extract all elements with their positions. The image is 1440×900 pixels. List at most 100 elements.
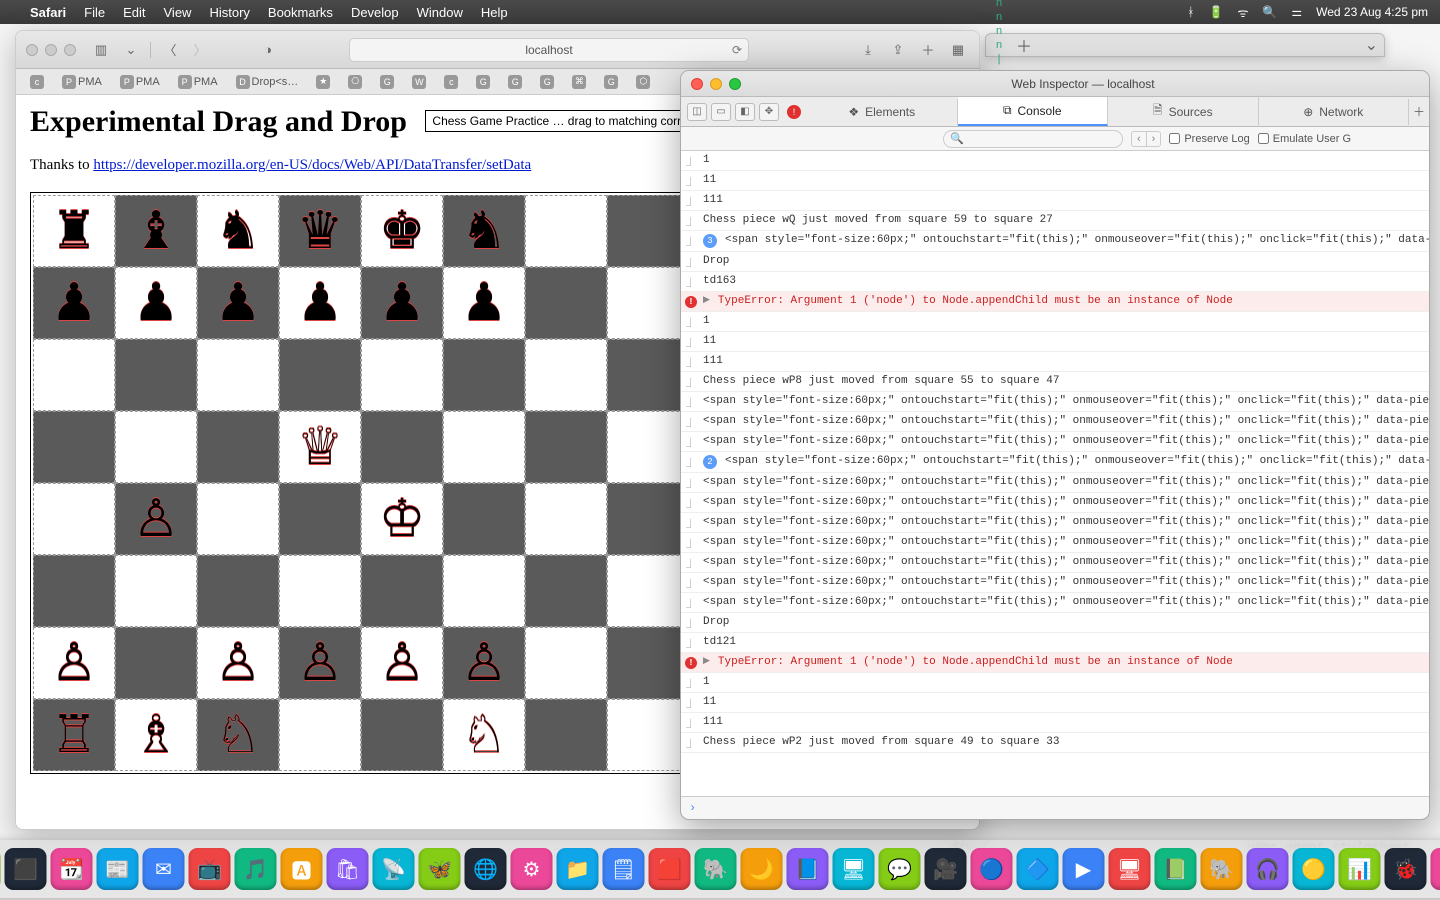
dock-app[interactable]: 🐞	[1385, 848, 1427, 890]
dock-app[interactable]: 💬	[879, 848, 921, 890]
menu-window[interactable]: Window	[417, 5, 463, 20]
wifi-icon[interactable]: ᯤ	[1237, 4, 1248, 21]
chess-piece[interactable]: ♗	[133, 709, 180, 761]
console-log-row[interactable]: 1	[681, 312, 1429, 332]
chess-square[interactable]	[115, 411, 197, 483]
chess-square[interactable]	[525, 195, 607, 267]
chess-piece[interactable]: ♙	[215, 637, 262, 689]
dock-app[interactable]: 🎧	[1247, 848, 1289, 890]
chess-piece[interactable]: ♙	[461, 637, 508, 689]
console-log-row[interactable]: <span style="font-size:60px;" ontouchsta…	[681, 493, 1429, 513]
favorite-item[interactable]: ⬡	[630, 73, 656, 91]
bg-tab-icon[interactable]: n	[992, 24, 1006, 38]
disclosure-icon[interactable]: ▶	[703, 295, 710, 305]
element-picker-icon[interactable]: ✥	[759, 103, 779, 121]
dock-app[interactable]: 🟥	[649, 848, 691, 890]
chess-piece[interactable]: ♘	[461, 709, 508, 761]
favorite-item[interactable]: G	[374, 73, 400, 91]
chess-square[interactable]	[33, 411, 115, 483]
chess-square[interactable]: ♕	[279, 411, 361, 483]
chess-piece[interactable]: ♟	[133, 277, 180, 329]
tab-overflow-icon[interactable]: ⌄	[1365, 35, 1378, 55]
menu-history[interactable]: History	[209, 5, 249, 20]
chess-square[interactable]	[197, 555, 279, 627]
dock-app[interactable]: 🔷	[1017, 848, 1059, 890]
chess-square[interactable]: ♔	[361, 483, 443, 555]
console-log-row[interactable]: td163	[681, 272, 1429, 292]
dock-app[interactable]: 🌐	[465, 848, 507, 890]
bg-tab-icon[interactable]: n	[992, 10, 1006, 24]
chess-piece[interactable]: ♟	[461, 277, 508, 329]
chess-square[interactable]	[525, 699, 607, 771]
sidebar-icon[interactable]: ▥	[90, 40, 112, 60]
dock-app[interactable]: 🌙	[741, 848, 783, 890]
favorite-item[interactable]: PPMA	[172, 73, 224, 91]
console-log-row[interactable]: <span style="font-size:60px;" ontouchsta…	[681, 473, 1429, 493]
dock-app[interactable]: ⬛	[5, 848, 47, 890]
dock-left-icon[interactable]: ◧	[735, 103, 755, 121]
chess-square[interactable]	[443, 411, 525, 483]
menu-bookmarks[interactable]: Bookmarks	[268, 5, 333, 20]
chess-square[interactable]: ♙	[197, 627, 279, 699]
chess-square[interactable]: ♙	[279, 627, 361, 699]
chess-piece[interactable]: ♟	[297, 277, 344, 329]
dock-app[interactable]: 📡	[373, 848, 415, 890]
dock-app[interactable]: 📰	[97, 848, 139, 890]
console-log-row[interactable]: <span style="font-size:60px;" ontouchsta…	[681, 593, 1429, 613]
chess-square[interactable]	[607, 267, 689, 339]
tab-add-icon[interactable]: ＋	[1409, 103, 1429, 120]
console-log-row[interactable]: 1	[681, 151, 1429, 171]
chess-square[interactable]: ♟	[115, 267, 197, 339]
chess-square[interactable]	[607, 195, 689, 267]
bluetooth-icon[interactable]: ᚼ	[1187, 5, 1194, 19]
chess-board[interactable]: ♜♝♞♛♚♞♟♟♟♟♟♟♕♙♔♙♙♙♙♙♖♗♘♘	[33, 195, 689, 771]
dock-app[interactable]: 📘	[787, 848, 829, 890]
chess-square[interactable]	[279, 699, 361, 771]
dock-app[interactable]: 🟩	[0, 848, 1, 890]
chess-square[interactable]	[197, 339, 279, 411]
dock-app[interactable]: ✉︎	[143, 848, 185, 890]
chess-square[interactable]	[443, 339, 525, 411]
chess-square[interactable]: ♘	[197, 699, 279, 771]
chess-piece[interactable]: ♞	[215, 205, 262, 257]
dock-app[interactable]: 📗	[1155, 848, 1197, 890]
control-center-icon[interactable]: ⚌	[1291, 5, 1302, 19]
tab-network[interactable]: ⊕Network	[1259, 99, 1410, 125]
dock-app[interactable]: ▶︎	[1063, 848, 1105, 890]
dock-app[interactable]: 🅰︎	[281, 848, 323, 890]
console-error-row[interactable]: ▶TypeError: Argument 1 ('node') to Node.…	[681, 292, 1429, 312]
dock-app[interactable]: 🟡	[1293, 848, 1335, 890]
chess-square[interactable]: ♚	[361, 195, 443, 267]
chess-square[interactable]: ♟	[33, 267, 115, 339]
dock-app[interactable]: 🎥	[925, 848, 967, 890]
dock-app[interactable]: 📁	[557, 848, 599, 890]
favorite-item[interactable]: c	[438, 73, 464, 91]
dock-app[interactable]: 🎵	[235, 848, 277, 890]
favorite-item[interactable]: PPMA	[56, 73, 108, 91]
dock-side-icon[interactable]: ◫	[687, 103, 707, 121]
chess-square[interactable]	[607, 699, 689, 771]
dock-app[interactable]: 🖥	[833, 848, 875, 890]
console-log-row[interactable]: <span style="font-size:60px;" ontouchsta…	[681, 553, 1429, 573]
dock-app[interactable]: 📊	[1339, 848, 1381, 890]
favorite-item[interactable]: G	[502, 73, 528, 91]
chess-square[interactable]	[607, 411, 689, 483]
dock-app[interactable]: 🐘	[1201, 848, 1243, 890]
error-count-badge[interactable]: !	[787, 105, 801, 119]
chess-square[interactable]: ♞	[443, 195, 525, 267]
app-name[interactable]: Safari	[30, 5, 66, 20]
chess-square[interactable]	[33, 555, 115, 627]
chess-square[interactable]	[443, 483, 525, 555]
favorite-item[interactable]: ★	[310, 73, 336, 91]
menu-edit[interactable]: Edit	[123, 5, 145, 20]
chess-square[interactable]	[33, 339, 115, 411]
console-log-row[interactable]: <span style="font-size:60px;" ontouchsta…	[681, 533, 1429, 553]
chess-piece[interactable]: ♛	[297, 205, 344, 257]
console-log-row[interactable]: <span style="font-size:60px;" ontouchsta…	[681, 432, 1429, 452]
chess-square[interactable]	[115, 555, 197, 627]
console-error-row[interactable]: ▶TypeError: Argument 1 ('node') to Node.…	[681, 653, 1429, 673]
console-prompt[interactable]: ›	[681, 796, 1429, 819]
console-log-row[interactable]: <span style="font-size:60px;" ontouchsta…	[681, 513, 1429, 533]
chess-square[interactable]: ♟	[443, 267, 525, 339]
mdn-link[interactable]: https://developer.mozilla.org/en-US/docs…	[93, 157, 531, 173]
